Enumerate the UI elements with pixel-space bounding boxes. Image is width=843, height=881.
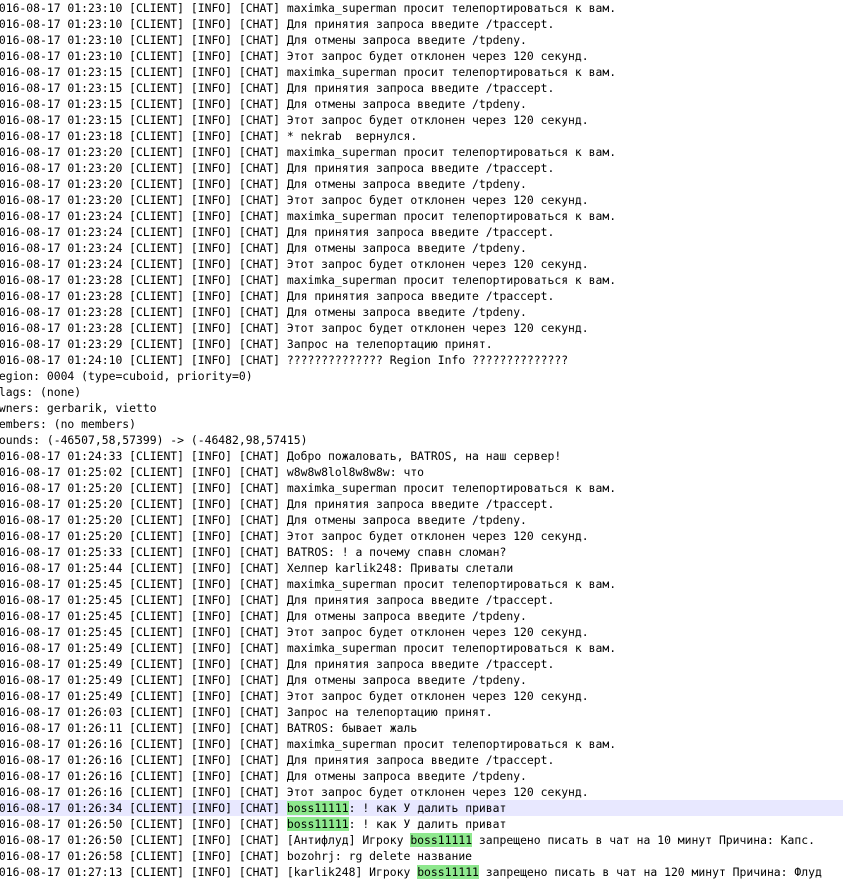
log-line[interactable]: 2016-08-17 01:23:28 [CLIENT] [INFO] [CHA… [0,304,843,320]
log-line[interactable]: 2016-08-17 01:23:24 [CLIENT] [INFO] [CHA… [0,208,843,224]
log-line[interactable]: 2016-08-17 01:25:49 [CLIENT] [INFO] [CHA… [0,640,843,656]
log-line[interactable]: 2016-08-17 01:23:24 [CLIENT] [INFO] [CHA… [0,240,843,256]
log-line[interactable]: 2016-08-17 01:26:50 [CLIENT] [INFO] [CHA… [0,832,843,848]
log-line[interactable]: Members: (no members) [0,416,843,432]
log-line[interactable]: 2016-08-17 01:23:28 [CLIENT] [INFO] [CHA… [0,288,843,304]
log-line[interactable]: 2016-08-17 01:23:10 [CLIENT] [INFO] [CHA… [0,48,843,64]
log-line[interactable]: 2016-08-17 01:25:45 [CLIENT] [INFO] [CHA… [0,592,843,608]
log-line[interactable]: 2016-08-17 01:26:03 [CLIENT] [INFO] [CHA… [0,704,843,720]
search-highlight: boss11111 [417,865,479,879]
log-line[interactable]: 2016-08-17 01:23:20 [CLIENT] [INFO] [CHA… [0,192,843,208]
log-line[interactable]: Owners: gerbarik, vietto [0,400,843,416]
log-line[interactable]: 2016-08-17 01:23:10 [CLIENT] [INFO] [CHA… [0,0,843,16]
log-line[interactable]: 2016-08-17 01:25:20 [CLIENT] [INFO] [CHA… [0,512,843,528]
log-line[interactable]: 2016-08-17 01:23:24 [CLIENT] [INFO] [CHA… [0,224,843,240]
log-line[interactable]: 2016-08-17 01:25:20 [CLIENT] [INFO] [CHA… [0,480,843,496]
log-line[interactable]: 2016-08-17 01:23:24 [CLIENT] [INFO] [CHA… [0,256,843,272]
search-highlight: boss11111 [410,833,473,847]
log-line[interactable]: 2016-08-17 01:26:16 [CLIENT] [INFO] [CHA… [0,752,843,768]
log-line[interactable]: 2016-08-17 01:24:33 [CLIENT] [INFO] [CHA… [0,448,843,464]
log-line[interactable]: 2016-08-17 01:24:10 [CLIENT] [INFO] [CHA… [0,352,843,368]
log-line[interactable]: 2016-08-17 01:25:45 [CLIENT] [INFO] [CHA… [0,624,843,640]
log-line[interactable]: 2016-08-17 01:26:50 [CLIENT] [INFO] [CHA… [0,816,843,832]
log-line[interactable]: 2016-08-17 01:23:20 [CLIENT] [INFO] [CHA… [0,144,843,160]
log-line[interactable]: 2016-08-17 01:25:20 [CLIENT] [INFO] [CHA… [0,528,843,544]
log-line[interactable]: 2016-08-17 01:26:16 [CLIENT] [INFO] [CHA… [0,768,843,784]
log-line[interactable]: 2016-08-17 01:23:10 [CLIENT] [INFO] [CHA… [0,32,843,48]
log-line[interactable]: 2016-08-17 01:23:20 [CLIENT] [INFO] [CHA… [0,176,843,192]
log-line[interactable]: 2016-08-17 01:25:02 [CLIENT] [INFO] [CHA… [0,464,843,480]
log-line[interactable]: 2016-08-17 01:23:28 [CLIENT] [INFO] [CHA… [0,272,843,288]
log-line[interactable]: Flags: (none) [0,384,843,400]
log-line[interactable]: 2016-08-17 01:23:15 [CLIENT] [INFO] [CHA… [0,80,843,96]
log-line[interactable]: 2016-08-17 01:25:44 [CLIENT] [INFO] [CHA… [0,560,843,576]
log-line[interactable]: 2016-08-17 01:25:20 [CLIENT] [INFO] [CHA… [0,496,843,512]
log-line[interactable]: 2016-08-17 01:26:58 [CLIENT] [INFO] [CHA… [0,848,843,864]
log-text-view[interactable]: 2016-08-17 01:23:10 [CLIENT] [INFO] [CHA… [0,0,843,881]
log-line[interactable]: 2016-08-17 01:26:11 [CLIENT] [INFO] [CHA… [0,720,843,736]
search-highlight: boss11111 [286,817,349,831]
log-line[interactable]: 2016-08-17 01:23:29 [CLIENT] [INFO] [CHA… [0,336,843,352]
log-line[interactable]: 2016-08-17 01:25:49 [CLIENT] [INFO] [CHA… [0,656,843,672]
log-line[interactable]: 2016-08-17 01:23:15 [CLIENT] [INFO] [CHA… [0,64,843,80]
log-line[interactable]: 2016-08-17 01:23:18 [CLIENT] [INFO] [CHA… [0,128,843,144]
log-line[interactable]: Region: 0004 (type=cuboid, priority=0) [0,368,843,384]
log-line[interactable]: 2016-08-17 01:26:16 [CLIENT] [INFO] [CHA… [0,736,843,752]
log-line[interactable]: 2016-08-17 01:23:10 [CLIENT] [INFO] [CHA… [0,16,843,32]
log-line[interactable]: 2016-08-17 01:25:45 [CLIENT] [INFO] [CHA… [0,576,843,592]
log-line[interactable]: 2016-08-17 01:26:16 [CLIENT] [INFO] [CHA… [0,784,843,800]
log-line[interactable]: 2016-08-17 01:25:49 [CLIENT] [INFO] [CHA… [0,688,843,704]
log-line[interactable]: 2016-08-17 01:25:45 [CLIENT] [INFO] [CHA… [0,608,843,624]
log-line[interactable]: 2016-08-17 01:23:15 [CLIENT] [INFO] [CHA… [0,112,843,128]
log-line[interactable]: 2016-08-17 01:23:20 [CLIENT] [INFO] [CHA… [0,160,843,176]
search-highlight: boss11111 [286,801,349,815]
log-line[interactable]: 2016-08-17 01:26:34 [CLIENT] [INFO] [CHA… [0,800,843,816]
log-line[interactable]: 2016-08-17 01:23:15 [CLIENT] [INFO] [CHA… [0,96,843,112]
log-line[interactable]: 2016-08-17 01:27:13 [CLIENT] [INFO] [CHA… [0,864,843,880]
log-line[interactable]: Bounds: (-46507,58,57399) -> (-46482,98,… [0,432,843,448]
log-line[interactable]: 2016-08-17 01:25:49 [CLIENT] [INFO] [CHA… [0,672,843,688]
log-line[interactable]: 2016-08-17 01:23:28 [CLIENT] [INFO] [CHA… [0,320,843,336]
log-line[interactable]: 2016-08-17 01:25:33 [CLIENT] [INFO] [CHA… [0,544,843,560]
